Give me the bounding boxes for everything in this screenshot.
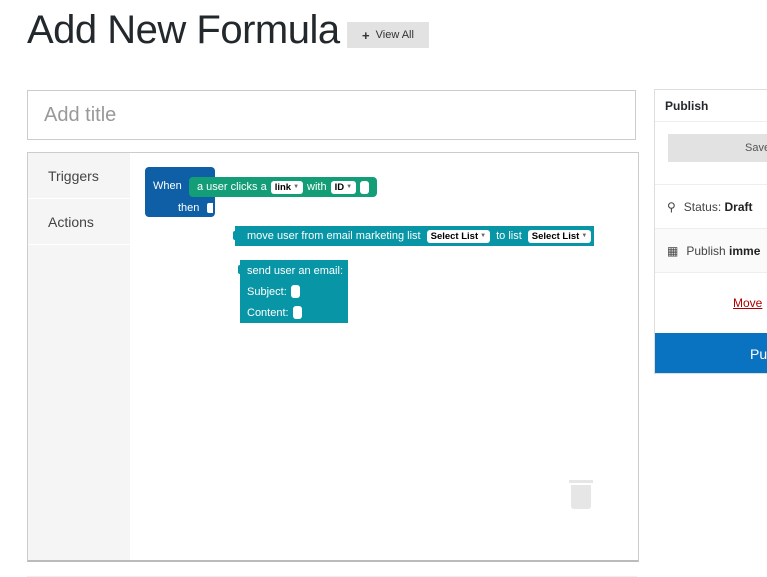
move-prefix: move user from email marketing list	[247, 230, 421, 242]
when-label: When	[153, 180, 182, 192]
statement-slot	[207, 203, 213, 213]
trash-lid	[569, 480, 593, 483]
selector-dropdown-value: ID	[334, 181, 345, 193]
plus-icon: +	[362, 27, 370, 43]
move-middle: to list	[496, 230, 522, 242]
toolbox-category-triggers[interactable]: Triggers	[28, 153, 130, 199]
connector-tab	[238, 265, 243, 274]
content-input[interactable]	[292, 306, 302, 319]
connector-tab	[233, 231, 238, 240]
element-dropdown[interactable]: link ▼	[270, 180, 304, 194]
trash-can	[571, 485, 591, 509]
title-input[interactable]: Add title	[27, 90, 636, 140]
pin-icon: ⚲	[667, 199, 676, 214]
subject-input[interactable]	[290, 285, 300, 298]
page-title: Add New Formula	[27, 8, 340, 52]
to-list-value: Select List	[531, 230, 580, 242]
subject-row: Subject:	[247, 285, 300, 298]
dropdown-arrow-icon: ▼	[346, 184, 353, 190]
status-label: Status:	[683, 199, 722, 214]
publish-button[interactable]: Pu	[655, 333, 767, 373]
subject-label: Subject:	[247, 285, 287, 298]
view-all-label: View All	[375, 29, 414, 41]
publish-panel: Publish Save ⚲ Status: Draft ▦ Publish i…	[654, 89, 767, 374]
content-label: Content:	[247, 306, 289, 319]
email-title-row: send user an email:	[247, 265, 343, 277]
publish-heading: Publish	[655, 90, 767, 122]
toolbox: Triggers Actions	[28, 153, 130, 560]
view-all-button[interactable]: + View All	[347, 22, 429, 48]
status-value: Draft	[724, 199, 753, 214]
dropdown-arrow-icon: ▼	[293, 184, 300, 190]
trigger-prefix: a user clicks a	[197, 181, 267, 193]
status-text: Status: Draft	[684, 200, 753, 214]
save-label: Save	[745, 142, 767, 154]
schedule-row: ▦ Publish imme	[655, 228, 767, 272]
schedule-value: imme	[729, 243, 761, 258]
element-dropdown-value: link	[274, 181, 292, 193]
calendar-icon: ▦	[667, 243, 679, 258]
from-list-value: Select List	[430, 230, 479, 242]
trigger-block[interactable]: a user clicks a link ▼ with ID ▼	[189, 177, 377, 197]
move-to-trash-link[interactable]: Move	[733, 296, 762, 310]
trigger-middle: with	[307, 181, 327, 193]
dropdown-arrow-icon: ▼	[581, 233, 588, 239]
title-placeholder: Add title	[44, 103, 117, 126]
block-editor[interactable]: Triggers Actions	[27, 152, 639, 562]
email-title: send user an email:	[247, 265, 343, 277]
divider	[655, 272, 767, 273]
content-row: Content:	[247, 306, 302, 319]
toolbox-category-actions[interactable]: Actions	[28, 199, 130, 245]
to-list-dropdown[interactable]: Select List ▼	[527, 229, 592, 243]
schedule-text: Publish imme	[686, 244, 760, 258]
send-email-block[interactable]: send user an email: Subject: Content:	[238, 260, 348, 323]
id-input[interactable]	[360, 180, 370, 194]
publish-label: Pu	[750, 346, 767, 362]
status-row: ⚲ Status: Draft	[655, 184, 767, 228]
then-label: then	[178, 202, 200, 214]
selector-dropdown[interactable]: ID ▼	[330, 180, 357, 194]
trash-icon[interactable]	[569, 480, 593, 510]
save-draft-button[interactable]: Save	[668, 134, 767, 162]
from-list-dropdown[interactable]: Select List ▼	[426, 229, 491, 243]
dropdown-arrow-icon: ▼	[480, 233, 487, 239]
move-user-block[interactable]: move user from email marketing list Sele…	[233, 226, 594, 246]
schedule-label: Publish	[686, 243, 726, 258]
